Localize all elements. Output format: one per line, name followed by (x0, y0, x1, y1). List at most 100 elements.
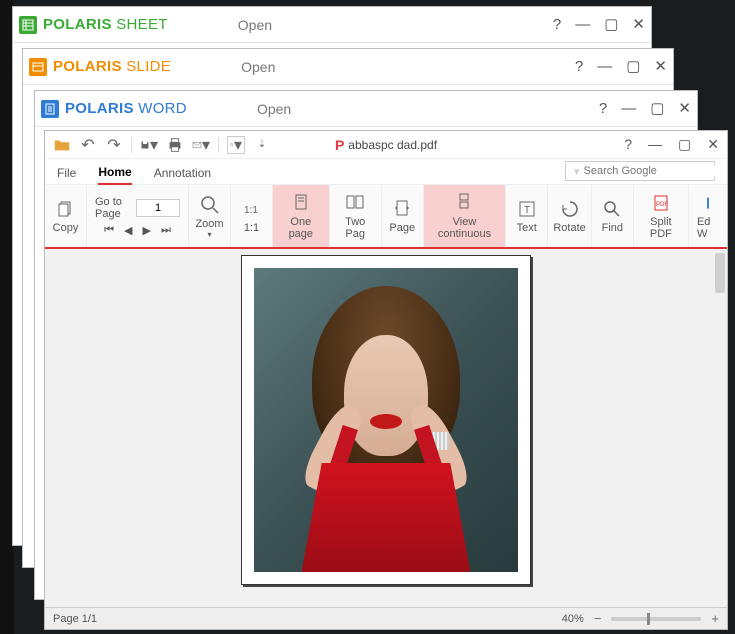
word-open-label[interactable]: Open (257, 101, 291, 117)
document-title: P abbaspc dad.pdf (335, 137, 437, 153)
zoom-icon (200, 194, 220, 216)
edit-label: Ed W (697, 216, 719, 240)
tab-annotation[interactable]: Annotation (154, 166, 211, 184)
minimize-icon[interactable]: — (575, 17, 590, 32)
nav-prev-icon[interactable]: ◀ (124, 224, 132, 237)
email-icon[interactable]: ▾ (192, 136, 210, 154)
maximize-icon[interactable]: ▢ (626, 59, 640, 74)
search-google-box[interactable]: ▾ (565, 161, 715, 181)
help-icon[interactable]: ? (599, 101, 607, 116)
nav-first-icon[interactable]: ⏮ (104, 224, 114, 237)
rotate-icon (560, 198, 580, 220)
one-to-one-icon: 1:1 (242, 198, 262, 220)
two-page-button[interactable]: Two Pag (330, 185, 382, 247)
scrollbar-thumb[interactable] (715, 253, 725, 293)
edit-button[interactable]: ❙ Ed W (689, 185, 727, 247)
find-button[interactable]: Find (592, 185, 634, 247)
find-label: Find (602, 222, 623, 234)
zoom-button[interactable]: Zoom▾ (189, 185, 231, 247)
svg-text:1:1: 1:1 (244, 205, 258, 216)
view-continuous-button[interactable]: View continuous (424, 185, 507, 247)
view-continuous-label: View continuous (432, 216, 498, 240)
one-page-label: One page (281, 216, 321, 240)
menu-tabs: File Home Annotation ▾ (45, 159, 727, 185)
slide-titlebar[interactable]: POLARIS SLIDE Open ? — ▢ ✕ (23, 49, 673, 85)
polaris-pdf-window: ↶ ↷ ▾ ▾ ▾ ⇣ P abbaspc dad.pdf ? — ▢ ✕ Fi… (44, 130, 728, 630)
split-pdf-label: Split PDF (642, 216, 680, 240)
tab-file[interactable]: File (57, 166, 76, 184)
close-icon[interactable]: ✕ (678, 101, 691, 116)
print-icon[interactable] (166, 136, 184, 154)
undo-icon[interactable]: ↶ (79, 136, 97, 154)
one-page-button[interactable]: One page (273, 185, 330, 247)
find-icon (602, 198, 622, 220)
minimize-icon[interactable]: — (621, 101, 636, 116)
redo-icon[interactable]: ↷ (105, 136, 123, 154)
goto-page-group: Go to Page ⏮ ◀ ▶ ⏭ (87, 185, 189, 247)
copy-icon (56, 198, 76, 220)
search-dropdown-icon[interactable]: ▾ (227, 136, 245, 154)
view-continuous-icon (454, 192, 474, 214)
zoom-slider[interactable] (611, 617, 701, 621)
status-bar: Page 1/1 40% − + (45, 607, 727, 629)
goto-page-label: Go to Page (95, 196, 132, 220)
tab-home[interactable]: Home (98, 165, 131, 185)
qat-separator (218, 137, 219, 153)
svg-text:T: T (524, 205, 530, 216)
open-folder-icon[interactable] (53, 136, 71, 154)
minimize-icon[interactable]: — (648, 136, 662, 153)
quick-access-toolbar: ↶ ↷ ▾ ▾ ▾ ⇣ (53, 136, 271, 154)
sheet-titlebar[interactable]: POLARIS SHEET Open ? — ▢ ✕ (13, 7, 651, 43)
svg-text:PDF: PDF (656, 202, 668, 208)
qat-separator (131, 137, 132, 153)
copy-button[interactable]: Copy (45, 185, 87, 247)
save-icon[interactable]: ▾ (140, 136, 158, 154)
split-pdf-button[interactable]: PDF Split PDF (634, 185, 689, 247)
help-icon[interactable]: ? (575, 59, 583, 74)
close-icon[interactable]: ✕ (632, 17, 645, 32)
photo-content (254, 268, 518, 572)
word-titlebar[interactable]: POLARIS WORD Open ? — ▢ ✕ (35, 91, 697, 127)
one-page-icon (291, 192, 311, 214)
page-width-label: Page (389, 222, 415, 234)
split-pdf-icon: PDF (651, 192, 671, 214)
copy-label: Copy (53, 222, 79, 234)
page-width-icon (392, 198, 412, 220)
zoom-out-icon[interactable]: − (594, 611, 602, 626)
goto-page-input[interactable] (136, 199, 180, 217)
nav-last-icon[interactable]: ⏭ (161, 224, 171, 237)
text-label: Text (517, 222, 537, 234)
nav-next-icon[interactable]: ▶ (143, 224, 151, 237)
pdf-page (241, 255, 531, 585)
maximize-icon[interactable]: ▢ (678, 136, 691, 153)
actual-size-button[interactable]: 1:1 1:1 (231, 185, 273, 247)
text-icon: T (517, 198, 537, 220)
page-width-button[interactable]: Page (382, 185, 424, 247)
close-icon[interactable]: ✕ (654, 59, 667, 74)
slide-open-label[interactable]: Open (241, 59, 275, 75)
search-input[interactable] (584, 165, 726, 177)
maximize-icon[interactable]: ▢ (604, 17, 618, 32)
word-app-icon (41, 100, 59, 118)
sheet-app-icon (19, 16, 37, 34)
slide-brand: POLARIS SLIDE (53, 58, 171, 75)
pdf-app-icon: P (335, 137, 344, 153)
one-to-one-label: 1:1 (244, 222, 259, 234)
rotate-label: Rotate (553, 222, 585, 234)
rotate-button[interactable]: Rotate (548, 185, 592, 247)
pdf-titlebar[interactable]: ↶ ↷ ▾ ▾ ▾ ⇣ P abbaspc dad.pdf ? — ▢ ✕ (45, 131, 727, 159)
page-indicator: Page 1/1 (53, 613, 97, 625)
two-page-label: Two Pag (338, 216, 373, 240)
zoom-in-icon[interactable]: + (711, 611, 719, 626)
close-icon[interactable]: ✕ (707, 136, 719, 153)
text-select-button[interactable]: T Text (506, 185, 548, 247)
zoom-label: Zoom (195, 218, 223, 230)
help-icon[interactable]: ? (624, 136, 632, 153)
minimize-icon[interactable]: — (597, 59, 612, 74)
maximize-icon[interactable]: ▢ (650, 101, 664, 116)
document-viewport[interactable] (45, 249, 727, 607)
help-icon[interactable]: ? (553, 17, 561, 32)
qat-customize-icon[interactable]: ⇣ (253, 136, 271, 154)
vertical-scrollbar[interactable] (713, 249, 727, 607)
sheet-open-label[interactable]: Open (238, 17, 272, 33)
